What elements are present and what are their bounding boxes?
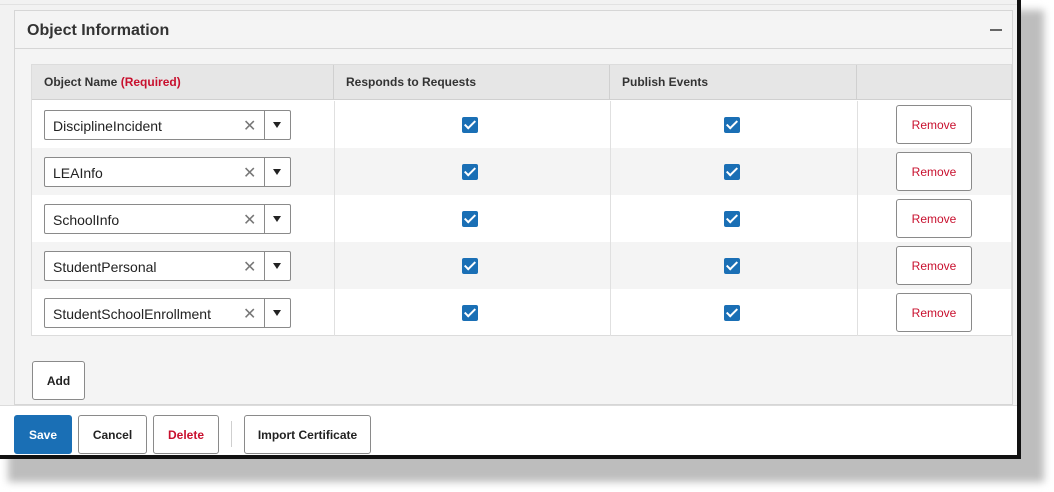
cell-divider — [334, 195, 335, 242]
column-header-publish: Publish Events — [610, 65, 857, 100]
publish-checkbox[interactable] — [724, 258, 740, 274]
cell-divider — [610, 195, 611, 242]
remove-button[interactable]: Remove — [896, 293, 972, 332]
object-name-value: StudentPersonal — [53, 259, 157, 275]
top-strip — [0, 0, 1017, 5]
object-name-value: LEAInfo — [53, 165, 103, 181]
clear-icon[interactable]: ✕ — [243, 163, 256, 183]
publish-checkbox[interactable] — [724, 305, 740, 321]
column-header-object-name: Object Name (Required) — [32, 65, 334, 100]
cell-divider — [610, 101, 611, 148]
add-button[interactable]: Add — [32, 361, 85, 400]
cell-divider — [857, 289, 858, 336]
panel-title: Object Information — [27, 22, 170, 39]
column-header-actions — [857, 65, 1012, 100]
remove-button[interactable]: Remove — [896, 199, 972, 238]
chevron-down-icon[interactable] — [273, 169, 281, 175]
cell-divider — [857, 242, 858, 289]
responds-checkbox[interactable] — [462, 164, 478, 180]
remove-button[interactable]: Remove — [896, 246, 972, 285]
combobox-divider — [264, 111, 265, 139]
object-name-combobox[interactable]: LEAInfo ✕ — [44, 157, 291, 187]
table-header: Object Name (Required) Responds to Reque… — [32, 65, 1011, 100]
cell-divider — [857, 195, 858, 242]
object-name-combobox[interactable]: SchoolInfo ✕ — [44, 204, 291, 234]
action-bar: Save Cancel Delete Import Certificate — [0, 405, 1017, 455]
table-row: SchoolInfo ✕ Remove — [32, 195, 1011, 242]
cancel-button[interactable]: Cancel — [78, 415, 147, 454]
combobox-divider — [264, 252, 265, 280]
remove-button[interactable]: Remove — [896, 105, 972, 144]
table-row: LEAInfo ✕ Remove — [32, 148, 1011, 195]
cell-divider — [334, 101, 335, 148]
object-name-combobox[interactable]: StudentPersonal ✕ — [44, 251, 291, 281]
object-name-combobox[interactable]: DisciplineIncident ✕ — [44, 110, 291, 140]
combobox-divider — [264, 205, 265, 233]
clear-icon[interactable]: ✕ — [243, 257, 256, 277]
cell-divider — [857, 148, 858, 195]
clear-icon[interactable]: ✕ — [243, 210, 256, 230]
responds-checkbox[interactable] — [462, 117, 478, 133]
responds-checkbox[interactable] — [462, 258, 478, 274]
publish-checkbox[interactable] — [724, 211, 740, 227]
responds-checkbox[interactable] — [462, 305, 478, 321]
panel-header[interactable]: Object Information — [15, 11, 1012, 49]
chevron-down-icon[interactable] — [273, 122, 281, 128]
cell-divider — [610, 242, 611, 289]
responds-checkbox[interactable] — [462, 211, 478, 227]
publish-checkbox[interactable] — [724, 164, 740, 180]
import-certificate-button[interactable]: Import Certificate — [244, 415, 371, 454]
cell-divider — [610, 148, 611, 195]
combobox-divider — [264, 299, 265, 327]
cell-divider — [610, 289, 611, 336]
publish-checkbox[interactable] — [724, 117, 740, 133]
remove-button[interactable]: Remove — [896, 152, 972, 191]
table-row: DisciplineIncident ✕ Remove — [32, 101, 1011, 148]
objects-table: Object Name (Required) Responds to Reque… — [31, 64, 1012, 336]
chevron-down-icon[interactable] — [273, 263, 281, 269]
cell-divider — [334, 242, 335, 289]
column-header-label: Object Name — [44, 75, 118, 89]
column-header-responds: Responds to Requests — [334, 65, 610, 100]
save-button[interactable]: Save — [14, 415, 72, 454]
required-indicator: (Required) — [120, 75, 181, 89]
table-row: StudentSchoolEnrollment ✕ Remove — [32, 289, 1011, 336]
delete-button[interactable]: Delete — [153, 415, 219, 454]
clear-icon[interactable]: ✕ — [243, 116, 256, 136]
app-frame: Object Information Object Name (Required… — [0, 0, 1021, 459]
object-name-value: DisciplineIncident — [53, 118, 162, 134]
cell-divider — [857, 101, 858, 148]
chevron-down-icon[interactable] — [273, 310, 281, 316]
object-name-combobox[interactable]: StudentSchoolEnrollment ✕ — [44, 298, 291, 328]
combobox-divider — [264, 158, 265, 186]
chevron-down-icon[interactable] — [273, 216, 281, 222]
table-row: StudentPersonal ✕ Remove — [32, 242, 1011, 289]
minus-icon[interactable] — [990, 29, 1002, 31]
cell-divider — [334, 148, 335, 195]
toolbar-divider — [231, 421, 232, 447]
clear-icon[interactable]: ✕ — [243, 304, 256, 324]
object-information-panel: Object Information Object Name (Required… — [14, 10, 1013, 405]
object-name-value: StudentSchoolEnrollment — [53, 306, 211, 322]
object-name-value: SchoolInfo — [53, 212, 120, 228]
cell-divider — [334, 289, 335, 336]
